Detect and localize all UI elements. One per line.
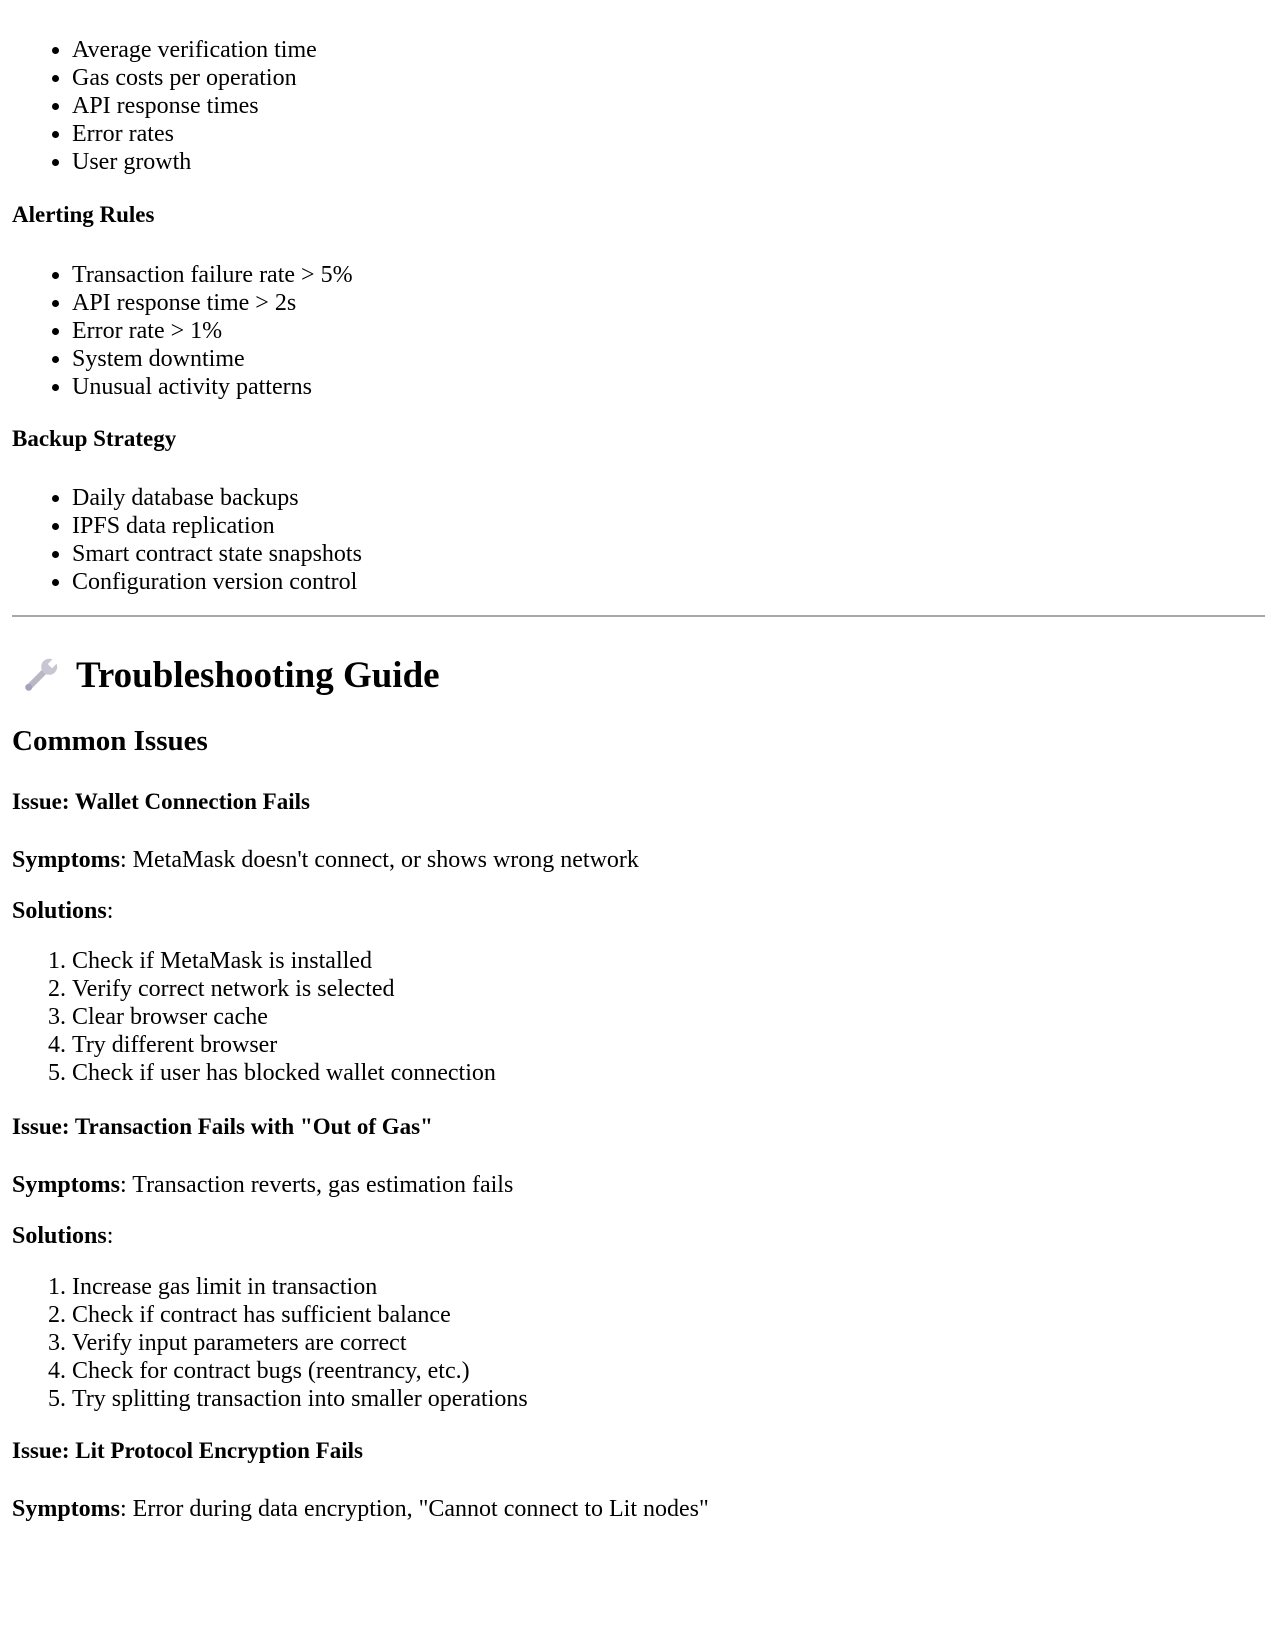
issue-symptoms: Symptoms: Transaction reverts, gas estim… xyxy=(12,1171,513,1199)
symptoms-text: : Error during data encryption, "Cannot … xyxy=(120,1496,709,1522)
symptoms-label: Symptoms xyxy=(12,1496,121,1522)
list-item: API response times xyxy=(72,92,317,120)
list-item: Verify input parameters are correct xyxy=(72,1329,528,1357)
issue-solutions-label: Solutions: xyxy=(12,1222,113,1250)
alerting-rules-heading: Alerting Rules xyxy=(12,202,155,227)
list-item: Clear browser cache xyxy=(72,1003,496,1031)
troubleshooting-title: Troubleshooting Guide xyxy=(76,655,440,696)
list-item: Smart contract state snapshots xyxy=(72,540,362,568)
issue-title: Issue: Transaction Fails with "Out of Ga… xyxy=(12,1114,433,1139)
issue-title: Issue: Wallet Connection Fails xyxy=(12,789,310,814)
solutions-list: Check if MetaMask is installed Verify co… xyxy=(12,947,496,1087)
list-item: Check if contract has sufficient balance xyxy=(72,1301,528,1329)
list-item: IPFS data replication xyxy=(72,512,362,540)
list-item: Configuration version control xyxy=(72,568,362,596)
list-item: API response time > 2s xyxy=(72,289,353,317)
list-item: System downtime xyxy=(72,345,353,373)
symptoms-text: : Transaction reverts, gas estimation fa… xyxy=(120,1172,514,1198)
issue-symptoms: Symptoms: MetaMask doesn't connect, or s… xyxy=(12,846,639,874)
symptoms-label: Symptoms xyxy=(12,1172,121,1198)
list-item: User growth xyxy=(72,148,317,176)
symptoms-text: : MetaMask doesn't connect, or shows wro… xyxy=(120,847,639,873)
backup-strategy-heading: Backup Strategy xyxy=(12,426,177,451)
list-item: Check if user has blocked wallet connect… xyxy=(72,1059,496,1087)
issue-solutions-label: Solutions: xyxy=(12,897,113,925)
list-item: Daily database backups xyxy=(72,484,362,512)
common-issues-heading: Common Issues xyxy=(12,725,208,757)
issue-title: Issue: Lit Protocol Encryption Fails xyxy=(12,1438,363,1463)
list-item: Error rates xyxy=(72,120,317,148)
list-item: Try different browser xyxy=(72,1031,496,1059)
section-divider xyxy=(12,615,1265,617)
solutions-suffix: : xyxy=(106,898,114,924)
solutions-suffix: : xyxy=(106,1223,114,1249)
list-item: Gas costs per operation xyxy=(72,64,317,92)
list-item: Average verification time xyxy=(72,36,317,64)
troubleshooting-heading: Troubleshooting Guide xyxy=(12,654,440,698)
list-item: Try splitting transaction into smaller o… xyxy=(72,1385,528,1413)
solutions-label: Solutions xyxy=(12,1223,107,1249)
list-item: Verify correct network is selected xyxy=(72,975,496,1003)
wrench-icon xyxy=(18,654,62,698)
list-item: Unusual activity patterns xyxy=(72,373,353,401)
list-item: Check if MetaMask is installed xyxy=(72,947,496,975)
metrics-list: Average verification time Gas costs per … xyxy=(12,36,317,176)
list-item: Error rate > 1% xyxy=(72,317,353,345)
solutions-label: Solutions xyxy=(12,898,107,924)
list-item: Check for contract bugs (reentrancy, etc… xyxy=(72,1357,528,1385)
issue-symptoms: Symptoms: Error during data encryption, … xyxy=(12,1495,709,1523)
solutions-list: Increase gas limit in transaction Check … xyxy=(12,1273,528,1413)
alerting-rules-list: Transaction failure rate > 5% API respon… xyxy=(12,261,353,401)
symptoms-label: Symptoms xyxy=(12,847,121,873)
list-item: Increase gas limit in transaction xyxy=(72,1273,528,1301)
list-item: Transaction failure rate > 5% xyxy=(72,261,353,289)
backup-strategy-list: Daily database backups IPFS data replica… xyxy=(12,484,362,596)
